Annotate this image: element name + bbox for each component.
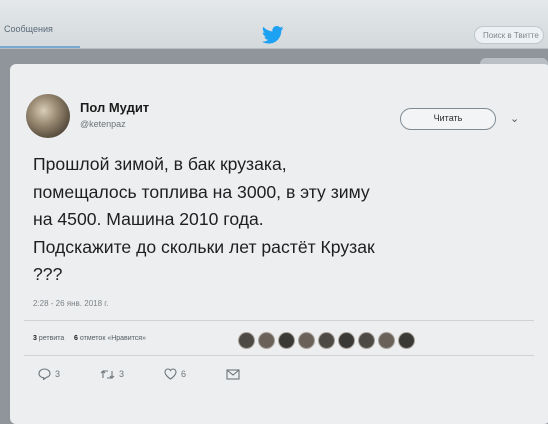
search-input[interactable]: Поиск в Твитте — [474, 26, 544, 44]
tweet-text: Прошлой зимой, в бак крузака, помещалось… — [33, 154, 375, 284]
likes-label[interactable]: отметок «Нравится» — [80, 335, 146, 342]
liker-avatar[interactable] — [278, 332, 295, 349]
retweets-label[interactable]: ретвита — [39, 335, 64, 342]
liker-avatar[interactable] — [358, 332, 375, 349]
direct-message-button[interactable] — [226, 368, 240, 380]
liker-avatar[interactable] — [398, 332, 415, 349]
liker-avatar[interactable] — [318, 332, 335, 349]
twitter-bird-icon[interactable] — [262, 26, 284, 44]
author-name[interactable]: Пол Мудит — [80, 100, 149, 115]
like-button[interactable]: 6 — [164, 368, 186, 380]
retweet-button[interactable]: 3 — [100, 368, 124, 380]
retweets-count[interactable]: 3 — [33, 335, 37, 342]
active-tab-indicator — [0, 46, 80, 48]
reply-button[interactable]: 3 — [38, 368, 60, 380]
top-nav-bar: Сообщения Поиск в Твитте — [0, 0, 548, 49]
messages-link[interactable]: Сообщения — [4, 24, 53, 34]
like-count: 6 — [181, 369, 187, 379]
reply-icon — [38, 368, 51, 380]
follow-button[interactable]: Читать — [400, 108, 496, 130]
liker-avatars — [238, 332, 415, 349]
message-icon — [226, 368, 240, 380]
reply-count: 3 — [55, 369, 61, 379]
retweet-icon — [100, 369, 115, 379]
heart-icon — [164, 368, 177, 380]
chevron-down-icon[interactable]: ⌄ — [510, 112, 519, 125]
liker-avatar[interactable] — [378, 332, 395, 349]
liker-avatar[interactable] — [258, 332, 275, 349]
avatar[interactable] — [26, 94, 70, 138]
author-handle[interactable]: @ketenpaz — [80, 119, 126, 129]
divider — [24, 355, 534, 356]
retweet-count: 3 — [119, 369, 125, 379]
likes-count[interactable]: 6 — [74, 335, 78, 342]
liker-avatar[interactable] — [238, 332, 255, 349]
liker-avatar[interactable] — [298, 332, 315, 349]
tweet-actions: 3 3 6 — [38, 368, 280, 380]
divider — [24, 320, 534, 321]
tweet-stats: 3 ретвита 6 отметок «Нравится» — [33, 335, 146, 342]
tweet-timestamp[interactable]: 2:28 - 26 янв. 2018 г. — [33, 299, 108, 308]
liker-avatar[interactable] — [338, 332, 355, 349]
